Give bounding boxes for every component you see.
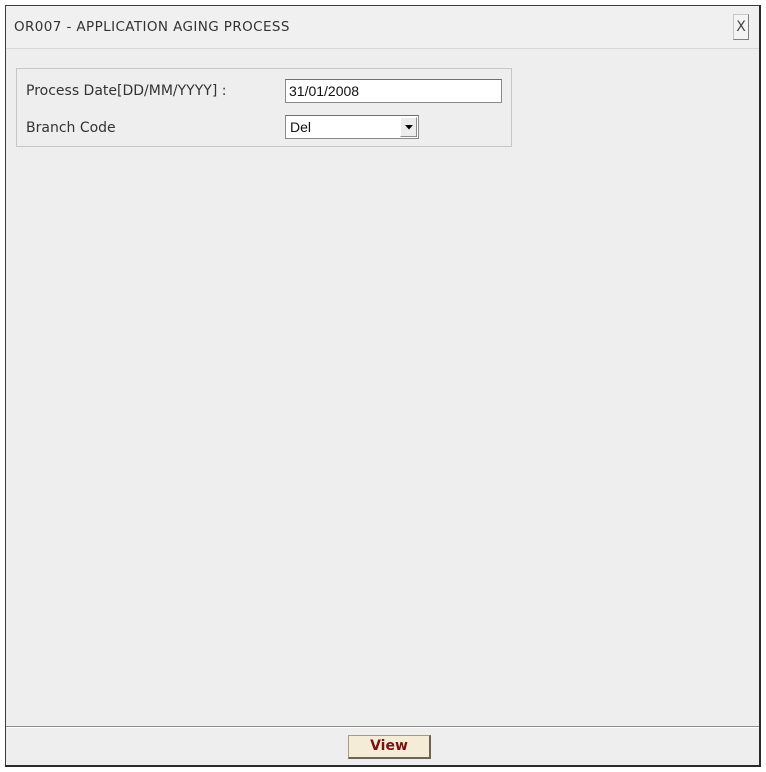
- branch-code-select[interactable]: Del: [285, 115, 419, 139]
- view-button[interactable]: View: [348, 735, 431, 759]
- dropdown-arrow-button[interactable]: [400, 117, 417, 137]
- dialog-window: OR007 - APPLICATION AGING PROCESS X Proc…: [5, 5, 761, 767]
- close-button[interactable]: X: [733, 14, 749, 40]
- process-date-label: Process Date[DD/MM/YYYY] :: [26, 83, 227, 99]
- branch-code-label: Branch Code: [26, 120, 116, 136]
- window-title: OR007 - APPLICATION AGING PROCESS: [14, 19, 290, 35]
- process-date-input[interactable]: [285, 79, 502, 103]
- branch-code-value: Del: [290, 119, 312, 135]
- criteria-panel: Process Date[DD/MM/YYYY] : Branch Code D…: [16, 68, 512, 147]
- chevron-down-icon: [405, 125, 413, 130]
- footer-divider: [6, 726, 759, 728]
- title-bar: OR007 - APPLICATION AGING PROCESS X: [6, 6, 759, 49]
